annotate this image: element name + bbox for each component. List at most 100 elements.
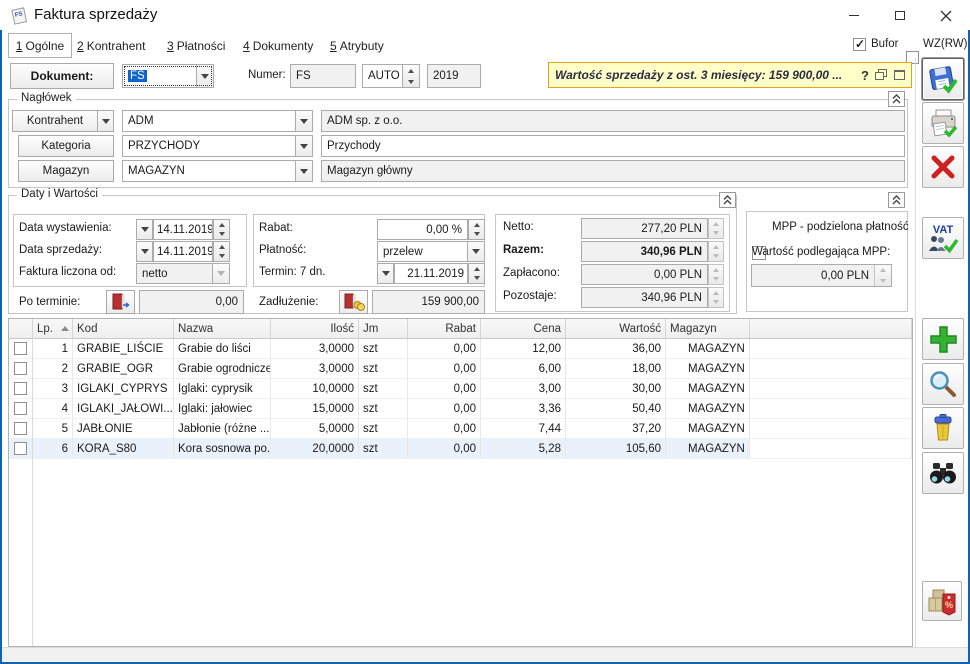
data-sprzedazy-spinner[interactable] bbox=[213, 241, 230, 262]
vat-button[interactable]: VAT bbox=[922, 217, 964, 259]
platnosc-combo[interactable]: przelew bbox=[377, 241, 485, 262]
data-wystawienia-calendar-button[interactable] bbox=[136, 219, 153, 240]
dokument-button[interactable]: Dokument: bbox=[10, 63, 114, 89]
discount-button[interactable]: % bbox=[922, 581, 962, 621]
add-item-button[interactable] bbox=[922, 318, 964, 360]
chevron-down-icon[interactable] bbox=[196, 65, 213, 87]
chevron-down-icon[interactable] bbox=[295, 161, 312, 181]
col-header-jm[interactable]: Jm bbox=[359, 319, 408, 339]
row-checkbox[interactable] bbox=[14, 442, 27, 455]
cell-jm: szt bbox=[359, 359, 408, 379]
save-button[interactable] bbox=[922, 58, 964, 100]
col-header-cena[interactable]: Cena bbox=[481, 319, 566, 339]
razem-value: 340,96 PLN bbox=[582, 246, 707, 258]
tab-atrybuty-label: Atrybuty bbox=[340, 39, 384, 53]
bufor-checkbox[interactable] bbox=[853, 38, 866, 51]
row-indicator-column-line bbox=[32, 338, 33, 646]
data-sprzedazy-field[interactable]: 14.11.2019 bbox=[153, 241, 213, 262]
termin-spinner[interactable] bbox=[468, 263, 485, 284]
tab-kontrahent[interactable]: 2Kontrahent bbox=[77, 39, 145, 53]
magazyn-name-value: Magazyn główny bbox=[322, 165, 904, 177]
zadluzenie-button[interactable] bbox=[339, 290, 368, 314]
minimize-button[interactable] bbox=[832, 2, 876, 29]
kategoria-code-combo[interactable]: PRZYCHODY bbox=[122, 135, 313, 157]
rabat-field[interactable]: 0,00 % bbox=[377, 219, 468, 240]
mpp-collapse-button[interactable] bbox=[888, 192, 905, 208]
overdue-ledger-icon bbox=[111, 293, 131, 311]
chevron-down-icon bbox=[212, 264, 229, 283]
numer-auto-field[interactable]: AUTO bbox=[362, 64, 420, 88]
window-fs-icon: FS bbox=[10, 6, 28, 25]
assistant-restore-icon[interactable] bbox=[875, 69, 888, 81]
chevron-down-icon[interactable] bbox=[467, 242, 484, 261]
dokument-combo[interactable]: FS bbox=[122, 64, 214, 88]
col-header-kod[interactable]: Kod bbox=[73, 319, 174, 339]
magazyn-name-field[interactable]: Magazyn główny bbox=[321, 160, 905, 182]
cell-wartosc: 37,20 bbox=[566, 419, 666, 439]
assistant-maximize-icon[interactable] bbox=[894, 70, 905, 80]
col-header-ilosc[interactable]: Ilość bbox=[271, 319, 359, 339]
kontrahent-name-field[interactable]: ADM sp. z o.o. bbox=[321, 110, 905, 132]
bufor-label: Bufor bbox=[871, 38, 899, 50]
cancel-button[interactable] bbox=[922, 146, 964, 188]
data-wystawienia-spinner[interactable] bbox=[213, 219, 230, 240]
maximize-button[interactable] bbox=[878, 2, 922, 29]
tab-ogolne[interactable]: 1Ogólne bbox=[8, 33, 72, 58]
cell-ilosc: 3,0000 bbox=[271, 359, 359, 379]
col-header-wartosc[interactable]: Wartość bbox=[566, 319, 666, 339]
col-header-lp[interactable]: Lp. bbox=[33, 319, 73, 339]
row-checkbox[interactable] bbox=[14, 382, 27, 395]
open-item-button[interactable] bbox=[922, 363, 964, 405]
rabat-spinner[interactable] bbox=[468, 219, 485, 240]
table-row-selected[interactable]: 6 KORA_S80 Kora sosnowa po... 20,0000 sz… bbox=[9, 439, 912, 459]
chevron-down-icon[interactable] bbox=[295, 111, 312, 131]
cell-magazyn: MAGAZYN bbox=[666, 419, 750, 439]
kontrahent-code-combo[interactable]: ADM bbox=[122, 110, 313, 132]
kontrahent-button[interactable]: Kontrahent bbox=[12, 110, 98, 132]
cell-filler bbox=[750, 339, 912, 359]
numer-prefix-field[interactable]: FS bbox=[290, 64, 356, 88]
magazyn-code-combo[interactable]: MAGAZYN bbox=[122, 160, 313, 182]
find-button[interactable] bbox=[922, 452, 964, 494]
cell-jm: szt bbox=[359, 379, 408, 399]
chevron-down-icon[interactable] bbox=[295, 136, 312, 156]
numer-auto-spinner[interactable] bbox=[402, 65, 419, 87]
table-row[interactable]: 2 GRABIE_OGR Grabie ogrodnicze 3,0000 sz… bbox=[9, 359, 912, 379]
close-button[interactable] bbox=[924, 2, 968, 29]
tab-atrybuty[interactable]: 5Atrybuty bbox=[330, 39, 384, 53]
po-terminie-button[interactable] bbox=[106, 290, 135, 314]
col-header-rabat[interactable]: Rabat bbox=[408, 319, 481, 339]
kontrahent-button-dropdown[interactable] bbox=[97, 110, 114, 132]
delete-item-button[interactable] bbox=[922, 407, 964, 449]
termin-field[interactable]: 21.11.2019 bbox=[394, 263, 468, 284]
row-checkbox[interactable] bbox=[14, 422, 27, 435]
tab-dokumenty[interactable]: 4Dokumenty bbox=[243, 39, 313, 53]
daty-collapse-button[interactable] bbox=[719, 192, 736, 208]
row-checkbox[interactable] bbox=[14, 402, 27, 415]
table-row[interactable]: 3 IGLAKI_CYPRYS Iglaki: cyprysik 10,0000… bbox=[9, 379, 912, 399]
table-row[interactable]: 5 JABŁONIE Jabłonie (różne ... 5,0000 sz… bbox=[9, 419, 912, 439]
red-x-icon bbox=[928, 152, 958, 182]
data-sprzedazy-calendar-button[interactable] bbox=[136, 241, 153, 262]
table-row[interactable]: 4 IGLAKI_JAŁOWI... Iglaki: jałowiec 15,0… bbox=[9, 399, 912, 419]
col-header-magazyn[interactable]: Magazyn bbox=[666, 319, 750, 339]
cell-rabat: 0,00 bbox=[408, 359, 481, 379]
print-button[interactable] bbox=[922, 102, 964, 144]
kategoria-name-field[interactable]: Przychody bbox=[321, 135, 905, 157]
kategoria-code-value: PRZYCHODY bbox=[123, 140, 295, 152]
data-wystawienia-field[interactable]: 14.11.2019 bbox=[153, 219, 213, 240]
numer-year-field[interactable]: 2019 bbox=[427, 64, 481, 88]
tab-platnosci[interactable]: 3Płatności bbox=[167, 39, 225, 53]
row-checkbox[interactable] bbox=[14, 362, 27, 375]
tab-platnosci-label: Płatności bbox=[177, 39, 226, 53]
table-row[interactable]: 1 GRABIE_LIŚCIE Grabie do liści 3,0000 s… bbox=[9, 339, 912, 359]
termin-calendar-button[interactable] bbox=[377, 263, 394, 284]
svg-text:VAT: VAT bbox=[933, 224, 954, 236]
row-checkbox[interactable] bbox=[14, 342, 27, 355]
col-header-filler bbox=[750, 319, 912, 339]
kategoria-button[interactable]: Kategoria bbox=[18, 135, 114, 157]
magazyn-button[interactable]: Magazyn bbox=[18, 160, 114, 182]
col-header-nazwa[interactable]: Nazwa bbox=[174, 319, 271, 339]
help-icon[interactable]: ? bbox=[861, 68, 869, 83]
naglowek-collapse-button[interactable] bbox=[888, 91, 905, 107]
